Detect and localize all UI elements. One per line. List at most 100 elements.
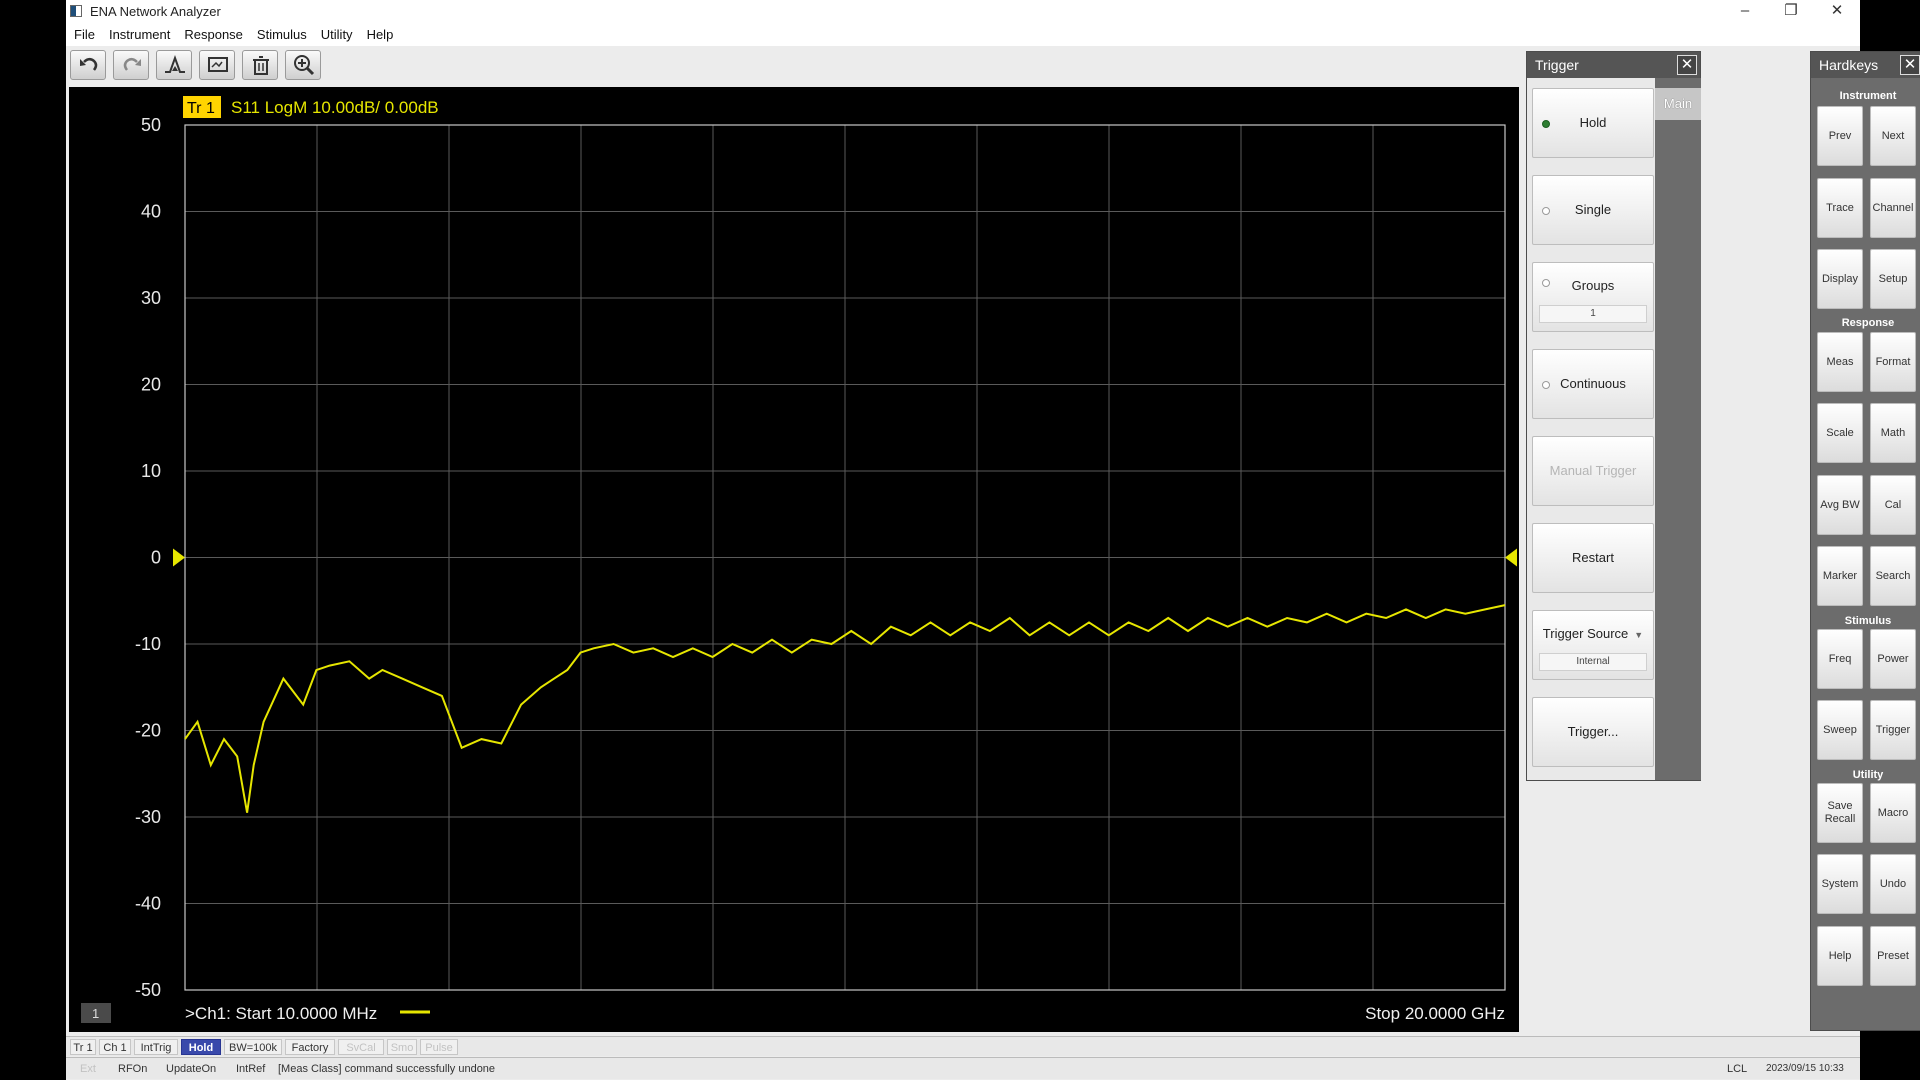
continuous-softkey[interactable]: Continuous (1532, 349, 1654, 419)
trigger-panel-title: Trigger (1527, 52, 1700, 78)
menu-help[interactable]: Help (360, 24, 401, 46)
trace-header-text: S11 LogM 10.00dB/ 0.00dB (231, 98, 439, 117)
menu-file[interactable]: File (66, 24, 102, 46)
status-ref: IntRef (236, 1063, 266, 1075)
minimize-button[interactable]: – (1722, 0, 1768, 24)
single-softkey[interactable]: Single (1532, 175, 1654, 245)
group-utility-label: Utility (1852, 769, 1884, 781)
display-hardkey[interactable]: Display (1817, 249, 1863, 309)
scale-hardkey[interactable]: Scale (1817, 403, 1863, 463)
undo-button[interactable] (70, 50, 106, 80)
tab-main[interactable]: Main (1655, 88, 1701, 120)
macro-hardkey[interactable]: Macro (1870, 783, 1916, 843)
preset-hardkey[interactable]: Preset (1870, 926, 1916, 986)
status-inttrig[interactable]: IntTrig (134, 1039, 178, 1055)
sweep-hardkey[interactable]: Sweep (1817, 700, 1863, 760)
groups-softkey[interactable]: Groups 1 (1532, 262, 1654, 332)
chart-svg[interactable]: 50 40 30 20 10 0 -10 -20 -30 -40 -50 Tr 1 S11 LogM 1… (69, 87, 1519, 1032)
marker-button[interactable] (156, 50, 192, 80)
app-window: ENA Network Analyzer – ❐ ✕ File Instrumen… (66, 0, 1920, 1080)
trace-hardkey[interactable]: Trace (1817, 178, 1863, 238)
chart-area[interactable]: 50 40 30 20 10 0 -10 -20 -30 -40 -50 Tr 1 S11 LogM 1… (69, 87, 1519, 1032)
trigger-source-softkey[interactable]: Trigger Source ▼ Internal (1532, 610, 1654, 680)
status-tr-1[interactable]: Tr 1 (70, 1039, 96, 1055)
redo-button[interactable] (113, 50, 149, 80)
setup-hardkey[interactable]: Setup (1870, 249, 1916, 309)
reference-marker-right (1505, 548, 1517, 567)
format-hardkey[interactable]: Format (1870, 332, 1916, 392)
y-tick-label: 10 (141, 461, 161, 481)
y-tick-label: -30 (135, 807, 161, 827)
trigger-panel-close-button[interactable]: ✕ (1677, 55, 1697, 75)
status-rfon: RFOn (118, 1063, 148, 1075)
y-tick-label: 50 (141, 115, 161, 135)
screen-icon (208, 57, 228, 72)
zoom-icon (294, 55, 315, 76)
status-bw-100k[interactable]: BW=100k (224, 1039, 282, 1055)
trace-tag-label: Tr 1 (187, 100, 215, 117)
meas-hardkey[interactable]: Meas (1817, 332, 1863, 392)
redo-icon (123, 58, 141, 71)
dropdown-caret-icon: ▼ (1634, 630, 1644, 640)
status-factory[interactable]: Factory (285, 1039, 335, 1055)
zoom-button[interactable] (285, 50, 321, 80)
group-instrument-label: Instrument (1839, 90, 1897, 102)
freq-hardkey[interactable]: Freq (1817, 629, 1863, 689)
hold-softkey[interactable]: Hold (1532, 88, 1654, 158)
restart-softkey[interactable]: Restart (1532, 523, 1654, 593)
avg-bw-hardkey[interactable]: Avg BW (1817, 475, 1863, 535)
prev-hardkey[interactable]: Prev (1817, 106, 1863, 166)
channel-hardkey[interactable]: Channel (1870, 178, 1916, 238)
next-hardkey[interactable]: Next (1870, 106, 1916, 166)
radio-indicator (1542, 381, 1550, 389)
group-stimulus-label: Stimulus (1844, 615, 1892, 627)
help-hardkey[interactable]: Help (1817, 926, 1863, 986)
y-tick-label: 20 (141, 375, 161, 395)
system-hardkey[interactable]: System (1817, 854, 1863, 914)
undo-hardkey[interactable]: Undo (1870, 854, 1916, 914)
status-bar-channel: Tr 1 Ch 1 IntTrig Hold BW=100k Factory SvCal Sm… (66, 1036, 1860, 1056)
menu-instrument[interactable]: Instrument (102, 24, 177, 46)
status-ch-1[interactable]: Ch 1 (99, 1039, 131, 1055)
y-tick-label: -40 (135, 894, 161, 914)
close-window-button[interactable]: ✕ (1814, 0, 1860, 24)
cal-hardkey[interactable]: Cal (1870, 475, 1916, 535)
y-tick-label: 40 (141, 202, 161, 222)
menu-stimulus[interactable]: Stimulus (250, 24, 314, 46)
y-tick-label: -20 (135, 721, 161, 741)
groups-count-field[interactable]: 1 (1539, 305, 1647, 323)
screen-capture-button[interactable] (199, 50, 235, 80)
window-title: ENA Network Analyzer (90, 4, 221, 19)
status-lcl: LCL (1727, 1063, 1748, 1075)
trigger-panel: Trigger ✕ Main Hold Single Groups 1 Conti… (1526, 51, 1701, 781)
group-response-label: Response (1841, 317, 1895, 329)
toolbar (66, 46, 1526, 84)
menu-utility[interactable]: Utility (314, 24, 360, 46)
y-tick-label: -10 (135, 634, 161, 654)
status-pulse[interactable]: Pulse (420, 1039, 458, 1055)
search-hardkey[interactable]: Search (1870, 546, 1916, 606)
status-update: UpdateOn (166, 1063, 217, 1075)
y-tick-label: -50 (135, 980, 161, 1000)
delete-button[interactable] (242, 50, 278, 80)
save-recall-hardkey[interactable]: Save Recall (1817, 783, 1863, 843)
math-hardkey[interactable]: Math (1870, 403, 1916, 463)
restore-button[interactable]: ❐ (1768, 0, 1814, 24)
status-hold[interactable]: Hold (181, 1039, 221, 1055)
trigger-hardkey[interactable]: Trigger (1870, 700, 1916, 760)
trigger-more-softkey[interactable]: Trigger... (1532, 697, 1654, 767)
status-message: [Meas Class] command successfully undone (278, 1063, 496, 1075)
manual-trigger-softkey[interactable]: Manual Trigger (1532, 436, 1654, 506)
marker-hardkey[interactable]: Marker (1817, 546, 1863, 606)
trigger-tab-strip (1655, 78, 1701, 780)
status-smo[interactable]: Smo (387, 1039, 417, 1055)
power-hardkey[interactable]: Power (1870, 629, 1916, 689)
status-svcal[interactable]: SvCal (338, 1039, 384, 1055)
app-icon (70, 5, 82, 17)
menu-response[interactable]: Response (177, 24, 250, 46)
trash-icon (253, 56, 269, 75)
hardkeys-panel: Hardkeys ✕ Instrument Prev Next Trace Ch… (1810, 51, 1920, 1031)
hardkeys-panel-close-button[interactable]: ✕ (1900, 55, 1920, 75)
trigger-source-value: Internal (1539, 653, 1647, 671)
start-frequency-label: >Ch1: Start 10.0000 MHz (185, 1004, 377, 1023)
